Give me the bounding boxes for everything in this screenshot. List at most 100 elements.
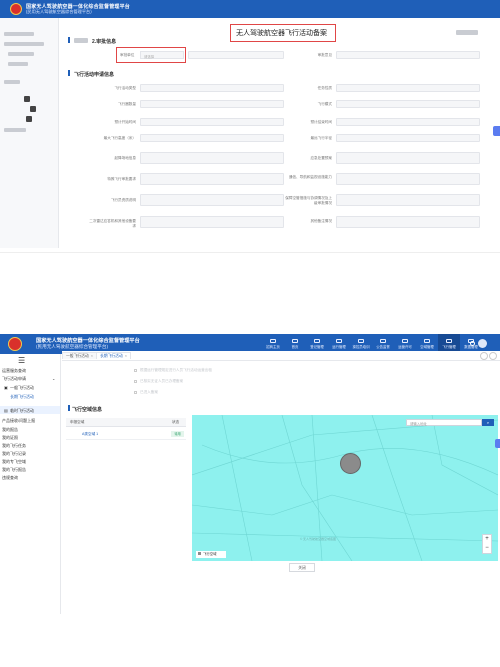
monitor-icon xyxy=(292,339,298,343)
home-icon xyxy=(270,339,276,343)
airspace-map[interactable] xyxy=(192,415,498,561)
side-float-button[interactable] xyxy=(493,126,500,136)
field-textarea[interactable] xyxy=(336,152,480,164)
sidebar-icon: ▣ xyxy=(4,385,8,390)
field-input[interactable] xyxy=(140,100,284,108)
sidebar-icon-blurred xyxy=(24,96,30,102)
map-search-button[interactable]: ⌕ xyxy=(482,419,494,426)
section-marker xyxy=(68,70,70,76)
field-label: 任务性质 xyxy=(317,86,332,90)
close-icon[interactable]: × xyxy=(91,354,93,358)
map-search-input[interactable]: 请输入地址 xyxy=(406,419,482,426)
field-textarea[interactable] xyxy=(336,194,480,206)
sidebar-item[interactable]: 我的飞行记录 xyxy=(2,451,26,457)
field-input[interactable] xyxy=(336,118,480,126)
checkbox[interactable] xyxy=(134,391,137,394)
sidebar-blurred xyxy=(0,18,59,248)
chevron-down-icon: ⌄ xyxy=(52,376,56,381)
map-attribution: © 无人驾驶航空器空域底图 xyxy=(300,537,337,541)
sidebar-item[interactable]: 产品接收/问题上报 xyxy=(2,418,35,424)
search-icon[interactable] xyxy=(470,341,475,346)
airspace-zone-marker[interactable] xyxy=(340,453,361,474)
airspace-name[interactable]: A类空域 1 xyxy=(82,432,98,437)
faded-option: 已核实无证人员已办理备案 xyxy=(140,379,184,383)
sidebar-icon-blurred xyxy=(26,116,32,122)
field-label: 应急处置预案 xyxy=(310,156,332,160)
sidebar-item[interactable]: 违规查询 xyxy=(2,475,18,481)
field-textarea[interactable] xyxy=(140,216,284,228)
field-textarea[interactable] xyxy=(140,152,284,164)
flight-icon xyxy=(446,339,452,343)
avatar[interactable] xyxy=(478,339,487,348)
checkbox[interactable] xyxy=(134,380,137,383)
hamburger-menu-icon[interactable]: ☰ xyxy=(18,356,25,365)
sidebar-item[interactable]: 我的报告 xyxy=(2,427,18,433)
sidebar-item[interactable]: 临时飞行活动 xyxy=(10,408,34,414)
sidebar-item[interactable]: 运营服务查询 xyxy=(2,368,26,374)
notice-icon xyxy=(380,339,386,343)
sidebar-item[interactable]: 我的飞行报告 xyxy=(2,467,26,473)
field-textarea[interactable] xyxy=(336,173,480,185)
sidebar-item[interactable]: 飞行活动申请 xyxy=(2,376,26,382)
field-label: 飞行员资质说明 xyxy=(110,198,136,202)
checkbox[interactable] xyxy=(134,369,137,372)
sidebar-icon: ▤ xyxy=(4,408,8,413)
zoom-in-button[interactable]: + xyxy=(483,535,491,544)
field-label: 飞行活动类型 xyxy=(114,86,136,90)
section-marker xyxy=(68,405,70,411)
field-textarea[interactable] xyxy=(140,194,284,206)
sidebar-item-blurred[interactable] xyxy=(8,52,34,56)
sidebar-item[interactable]: 我的飞行任务 xyxy=(2,443,26,449)
field-label: 最远飞行半径 xyxy=(310,136,332,140)
status-badge: 待用 xyxy=(171,431,184,437)
sidebar xyxy=(0,354,61,614)
faded-option: 已进入备案 xyxy=(140,390,158,394)
sidebar-item-blurred[interactable] xyxy=(4,128,26,132)
blurred-text xyxy=(74,38,88,43)
sidebar-item[interactable]: 一般飞行活动 xyxy=(10,385,34,391)
register-icon xyxy=(314,339,320,343)
field-label: 其他备注情况 xyxy=(310,219,332,223)
platform-subtitle: (民用无人驾驶航空器综合管理平台) xyxy=(26,9,92,14)
side-float-button[interactable] xyxy=(495,439,500,448)
field-label: 二次雷达应答机和其他设备要求 xyxy=(89,219,136,228)
field-input[interactable] xyxy=(140,84,284,92)
sidebar-item[interactable]: 我的专飞空域 xyxy=(2,459,26,465)
approval-unit-label: 审批单位 xyxy=(120,53,135,57)
approval-opinion-field[interactable] xyxy=(336,51,480,59)
field-input[interactable] xyxy=(140,134,284,142)
close-button[interactable]: 关闭 xyxy=(289,563,315,572)
tab-long-term-flight[interactable]: 长期飞行活动 × xyxy=(96,352,131,359)
field-textarea[interactable] xyxy=(336,216,480,228)
sidebar-item-blurred[interactable] xyxy=(4,42,44,46)
zoom-control: + − xyxy=(482,534,492,554)
annotation-callout-text: 无人驾驶航空器飞行活动备案 xyxy=(236,30,327,37)
field-label: 预计结束时间 xyxy=(310,120,332,124)
field-input[interactable] xyxy=(336,134,480,142)
sidebar-item-blurred[interactable] xyxy=(4,32,34,36)
map-legend: 飞行空域 xyxy=(196,551,226,558)
field-textarea[interactable] xyxy=(140,173,284,185)
zoom-out-button[interactable]: − xyxy=(483,544,491,553)
sidebar-item[interactable]: 我的证照 xyxy=(2,435,18,441)
field-input[interactable] xyxy=(336,84,480,92)
sidebar-item-blurred[interactable] xyxy=(8,62,28,66)
platform-title: 国家无人驾驶航空器一体化综合监督管理平台 xyxy=(36,338,140,344)
platform-emblem-icon xyxy=(10,3,22,15)
flight-activity-section-title: 飞行活动申请信息 xyxy=(74,72,115,78)
approval-section-title: 2.审批信息 xyxy=(92,39,117,45)
search-icon: ⌕ xyxy=(486,420,490,425)
more-button[interactable] xyxy=(489,352,497,360)
approval-unit-select-ext[interactable] xyxy=(188,51,284,59)
approval-unit-select[interactable]: 请选择 xyxy=(140,51,184,59)
refresh-button[interactable] xyxy=(480,352,488,360)
field-input[interactable] xyxy=(140,118,284,126)
tab-general-flight[interactable]: 一般飞行活动 × xyxy=(62,352,97,359)
field-label: 特殊飞行审批要求 xyxy=(107,177,136,181)
field-input[interactable] xyxy=(336,100,480,108)
sidebar-item-blurred[interactable] xyxy=(4,80,20,84)
airspace-icon xyxy=(424,339,430,343)
field-label: 起降场地信息 xyxy=(114,156,136,160)
close-icon[interactable]: × xyxy=(125,354,127,358)
sidebar-item-active[interactable]: 长期飞行活动 xyxy=(10,394,34,400)
